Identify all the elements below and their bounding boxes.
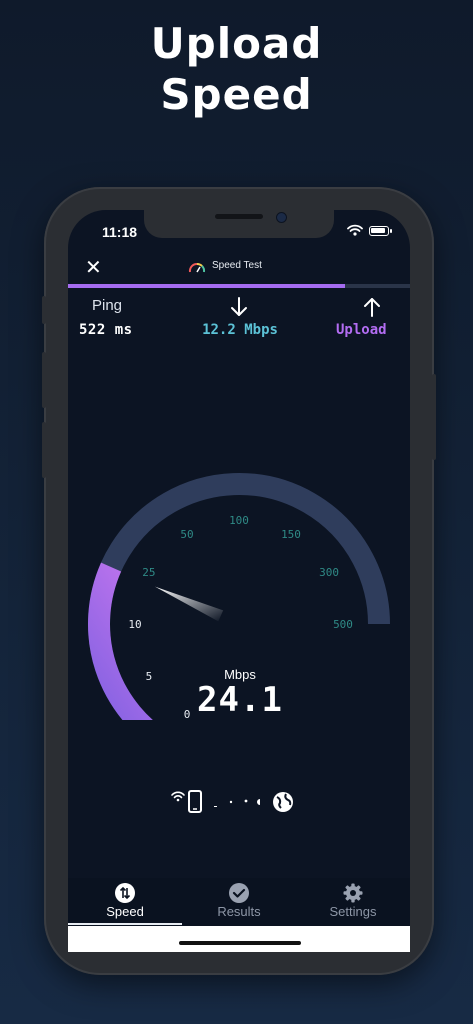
globe-icon bbox=[273, 792, 293, 812]
gauge-tick-label: 300 bbox=[319, 566, 339, 579]
transfer-dots bbox=[214, 799, 260, 807]
gauge-tick-label: 25 bbox=[142, 566, 155, 579]
home-indicator-area bbox=[68, 926, 410, 952]
upload-label: Upload bbox=[336, 322, 387, 338]
speed-gauge-logo-icon bbox=[188, 262, 206, 273]
check-circle-icon bbox=[229, 883, 249, 903]
connection-path bbox=[171, 790, 293, 813]
tab-results[interactable]: Results bbox=[182, 878, 296, 926]
download-arrow-icon bbox=[231, 297, 247, 316]
front-camera bbox=[276, 212, 287, 223]
upload-arrow-icon bbox=[364, 298, 380, 317]
gauge-tick-label: 50 bbox=[180, 528, 193, 541]
active-tab-indicator bbox=[68, 923, 182, 925]
tab-settings-label: Settings bbox=[329, 904, 377, 919]
power-button bbox=[432, 374, 436, 460]
close-icon[interactable]: ✕ bbox=[85, 257, 102, 277]
gear-icon bbox=[343, 883, 363, 903]
home-indicator[interactable] bbox=[179, 941, 301, 945]
test-progress-fill bbox=[68, 284, 346, 288]
tab-speed-label: Speed bbox=[106, 904, 144, 919]
volume-down-button bbox=[42, 422, 46, 478]
speed-icon bbox=[115, 883, 135, 903]
gauge-fill bbox=[88, 562, 153, 720]
gauge-needle bbox=[154, 586, 224, 622]
gauge-tick-label: 150 bbox=[281, 528, 301, 541]
wifi-icon bbox=[171, 791, 185, 802]
phone-icon bbox=[188, 790, 202, 813]
ping-label: Ping bbox=[92, 297, 123, 314]
gauge-tick-label: 100 bbox=[229, 514, 249, 527]
tab-bar: Speed Results Settings bbox=[68, 878, 410, 926]
volume-up-button bbox=[42, 352, 46, 408]
ping-value: 522 ms bbox=[79, 322, 133, 338]
tab-speed[interactable]: Speed bbox=[68, 878, 182, 926]
promo-title-line1: Upload bbox=[150, 19, 323, 68]
test-progress-bar bbox=[68, 284, 410, 288]
battery-icon bbox=[369, 226, 392, 236]
download-speed-value: 12.2 Mbps bbox=[202, 322, 278, 338]
promo-title-line2: Speed bbox=[160, 70, 313, 119]
wifi-icon bbox=[347, 224, 363, 236]
tab-results-label: Results bbox=[217, 904, 261, 919]
gauge-tick-label: 500 bbox=[333, 618, 353, 631]
gauge-tick-label: 10 bbox=[128, 618, 141, 631]
mute-switch bbox=[42, 296, 46, 324]
status-time: 11:18 bbox=[102, 224, 138, 240]
gauge-tick-label: 5 bbox=[146, 670, 153, 683]
speaker-grille bbox=[215, 214, 263, 219]
current-speed-value: 24.1 bbox=[197, 680, 283, 720]
app-title: Speed Test bbox=[212, 260, 262, 271]
tab-settings[interactable]: Settings bbox=[296, 878, 410, 926]
